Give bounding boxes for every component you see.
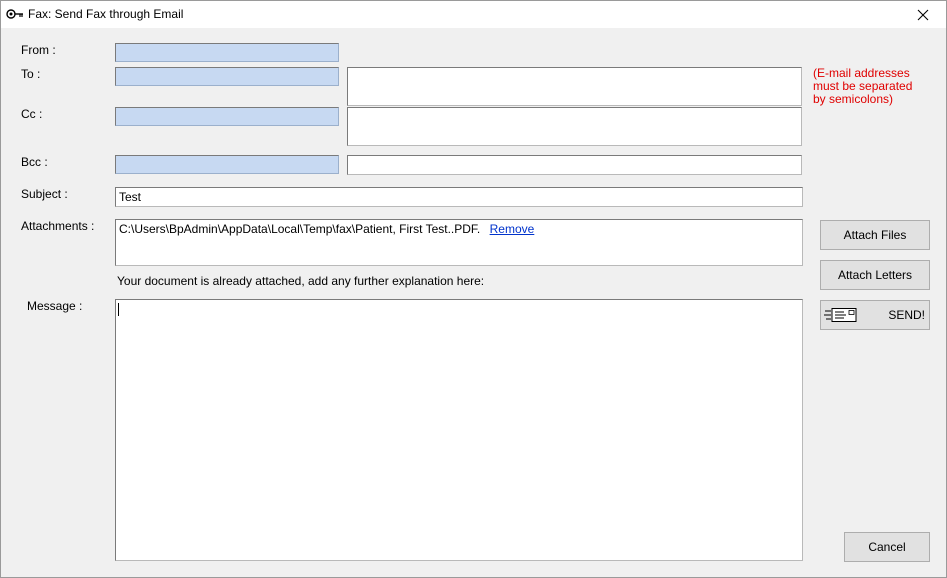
- attachments-label: Attachments :: [21, 219, 95, 233]
- message-label: Message :: [27, 299, 83, 313]
- attachments-box: C:\Users\BpAdmin\AppData\Local\Temp\fax\…: [115, 219, 803, 266]
- text-caret: [118, 303, 119, 316]
- instruction-text: Your document is already attached, add a…: [117, 274, 485, 288]
- subject-value: Test: [119, 190, 142, 204]
- cancel-button[interactable]: Cancel: [844, 532, 930, 562]
- message-field[interactable]: [115, 299, 803, 561]
- attachment-path: C:\Users\BpAdmin\AppData\Local\Temp\fax\…: [119, 222, 481, 236]
- close-button[interactable]: [900, 1, 946, 28]
- attachment-item: C:\Users\BpAdmin\AppData\Local\Temp\fax\…: [119, 222, 534, 236]
- cc-label: Cc :: [21, 107, 43, 121]
- close-icon: [917, 9, 929, 20]
- separator-hint: (E-mail addresses must be separated by s…: [813, 66, 913, 106]
- fax-email-dialog: Fax: Send Fax through Email From : To : …: [0, 0, 947, 578]
- envelope-send-icon: [824, 308, 857, 322]
- title-bar: Fax: Send Fax through Email: [1, 1, 946, 28]
- send-label: SEND!: [888, 308, 925, 322]
- window-title: Fax: Send Fax through Email: [28, 7, 184, 21]
- from-label: From :: [21, 43, 56, 57]
- to-address-box[interactable]: [115, 67, 339, 86]
- attach-files-label: Attach Files: [843, 228, 907, 242]
- remove-link[interactable]: Remove: [490, 222, 535, 236]
- fax-key-icon: [6, 9, 23, 19]
- attach-letters-button[interactable]: Attach Letters: [820, 260, 930, 290]
- attach-letters-label: Attach Letters: [837, 268, 913, 282]
- attach-files-button[interactable]: Attach Files: [820, 220, 930, 250]
- bcc-field[interactable]: [347, 155, 802, 175]
- to-field[interactable]: [347, 67, 802, 106]
- to-label: To :: [21, 67, 41, 81]
- subject-label: Subject :: [21, 187, 68, 201]
- cc-field[interactable]: [347, 107, 802, 146]
- bcc-label: Bcc :: [21, 155, 48, 169]
- send-button[interactable]: SEND!: [820, 300, 930, 330]
- subject-field[interactable]: Test: [115, 187, 803, 207]
- from-address-box[interactable]: [115, 43, 339, 62]
- cc-address-box[interactable]: [115, 107, 339, 126]
- cancel-label: Cancel: [868, 540, 906, 554]
- bcc-address-box[interactable]: [115, 155, 339, 174]
